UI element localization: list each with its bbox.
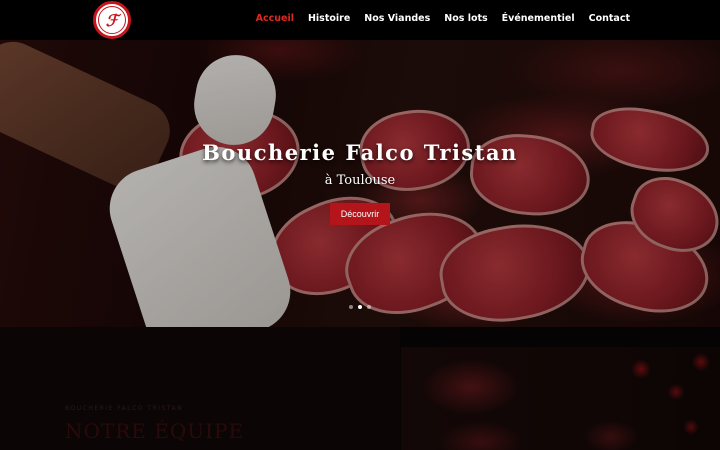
- main-nav: Accueil Histoire Nos Viandes Nos lots Év…: [256, 13, 630, 24]
- about-section: BOUCHERIE FALCO TRISTAN NOTRE ÉQUIPE: [0, 327, 720, 450]
- hero-subtitle: à Toulouse: [324, 173, 396, 188]
- nav-item-histoire[interactable]: Histoire: [308, 13, 350, 24]
- slider-dot[interactable]: [367, 305, 371, 309]
- nav-item-accueil[interactable]: Accueil: [256, 13, 294, 24]
- slider-dot-active[interactable]: [358, 305, 362, 309]
- about-text-panel: BOUCHERIE FALCO TRISTAN NOTRE ÉQUIPE: [0, 327, 400, 450]
- nav-item-nos-lots[interactable]: Nos lots: [444, 13, 487, 24]
- discover-button[interactable]: Découvrir: [330, 203, 390, 225]
- hero-title: Boucherie Falco Tristan: [202, 140, 518, 165]
- hero-slider: Boucherie Falco Tristan à Toulouse Décou…: [0, 40, 720, 327]
- about-image-overlay: [401, 347, 720, 450]
- section-eyebrow: BOUCHERIE FALCO TRISTAN: [65, 405, 184, 412]
- site-header: ℱ Accueil Histoire Nos Viandes Nos lots …: [0, 0, 720, 40]
- about-image: [401, 347, 720, 450]
- section-title: NOTRE ÉQUIPE: [65, 419, 245, 443]
- slider-pagination: [349, 305, 371, 309]
- slider-dot[interactable]: [349, 305, 353, 309]
- nav-item-evenementiel[interactable]: Événementiel: [502, 13, 575, 24]
- nav-item-nos-viandes[interactable]: Nos Viandes: [364, 13, 430, 24]
- nav-item-contact[interactable]: Contact: [589, 13, 630, 24]
- site-logo[interactable]: ℱ: [93, 1, 131, 39]
- logo-emblem-icon: ℱ: [98, 6, 126, 34]
